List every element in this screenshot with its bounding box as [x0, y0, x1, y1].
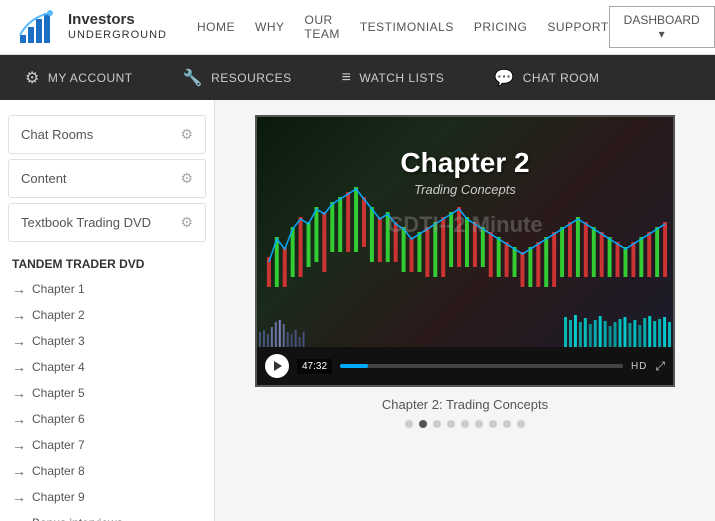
sidebar-section-chat-rooms[interactable]: Chat Rooms ⚙: [8, 115, 206, 154]
dashboard-button[interactable]: DASHBOARD ▾: [609, 6, 715, 48]
progress-bar[interactable]: [340, 364, 623, 368]
sidebar-chat-rooms-header[interactable]: Chat Rooms ⚙: [9, 116, 205, 153]
chapter-5-label: Chapter 5: [32, 386, 85, 400]
nav-support[interactable]: SUPPORT: [547, 20, 608, 34]
sidebar-content-header[interactable]: Content ⚙: [9, 160, 205, 197]
chapter-6-arrow-icon: →: [12, 411, 26, 427]
sidebar-section-textbook-dvd[interactable]: Textbook Trading DVD ⚙: [8, 203, 206, 242]
content-label: Content: [21, 171, 67, 186]
chapter-3-label: Chapter 3: [32, 334, 85, 348]
sec-nav-my-account-label: MY ACCOUNT: [48, 71, 133, 85]
pagination-dot-7[interactable]: [503, 420, 511, 428]
sec-nav-my-account[interactable]: ⚙ MY ACCOUNT: [0, 55, 158, 100]
chapter-6-item[interactable]: → Chapter 6: [0, 406, 214, 432]
video-container: Chapter 2 Trading Concepts CDTI--2 Minut…: [255, 115, 675, 387]
textbook-dvd-label: Textbook Trading DVD: [21, 215, 151, 230]
time-display: 47:32: [297, 359, 332, 374]
chapter-8-label: Chapter 8: [32, 464, 85, 478]
chapter-4-item[interactable]: → Chapter 4: [0, 354, 214, 380]
logo-investors: Investors: [68, 11, 167, 29]
list-icon: ≡: [342, 69, 352, 87]
sec-nav-chat-room[interactable]: 💬 CHAT ROOM: [469, 55, 624, 100]
video-area: Chapter 2 Trading Concepts CDTI--2 Minut…: [215, 100, 715, 521]
chapter-9-label: Chapter 9: [32, 490, 85, 504]
fullscreen-icon[interactable]: ⤢: [655, 359, 665, 374]
nav-why[interactable]: WHY: [255, 20, 285, 34]
top-navigation: Investors Underground HOME WHY OUR TEAM …: [0, 0, 715, 55]
sidebar-section-content[interactable]: Content ⚙: [8, 159, 206, 198]
chapter-3-item[interactable]: → Chapter 3: [0, 328, 214, 354]
chapter-9-item[interactable]: → Chapter 9: [0, 484, 214, 510]
tandem-trader-dvd-title: Tandem Trader DVD: [0, 247, 214, 276]
chapter-2-arrow-icon: →: [12, 307, 26, 323]
bonus-arrow-icon: →: [12, 515, 26, 521]
chapter-2-label: Chapter 2: [32, 308, 85, 322]
main-content: Chat Rooms ⚙ Content ⚙ Textbook Trading …: [0, 100, 715, 521]
pagination-dot-3[interactable]: [447, 420, 455, 428]
video-subtitle: Trading Concepts: [414, 182, 516, 197]
chapter-8-arrow-icon: →: [12, 463, 26, 479]
chapter-5-arrow-icon: →: [12, 385, 26, 401]
chapter-9-arrow-icon: →: [12, 489, 26, 505]
chapter-6-label: Chapter 6: [32, 412, 85, 426]
chapter-8-item[interactable]: → Chapter 8: [0, 458, 214, 484]
nav-testimonials[interactable]: TESTIMONIALS: [360, 20, 454, 34]
main-nav: HOME WHY OUR TEAM TESTIMONIALS PRICING S…: [197, 13, 609, 41]
chapter-1-arrow-icon: →: [12, 281, 26, 297]
nav-pricing[interactable]: PRICING: [474, 20, 528, 34]
pagination-dot-2[interactable]: [433, 420, 441, 428]
chat-icon: 💬: [494, 68, 514, 88]
chapter-4-label: Chapter 4: [32, 360, 85, 374]
sidebar: Chat Rooms ⚙ Content ⚙ Textbook Trading …: [0, 100, 215, 521]
sidebar-textbook-dvd-header[interactable]: Textbook Trading DVD ⚙: [9, 204, 205, 241]
pagination-dot-0[interactable]: [405, 420, 413, 428]
bonus-interviews-label: Bonus interviews: [32, 516, 123, 521]
chapter-5-item[interactable]: → Chapter 5: [0, 380, 214, 406]
chapter-7-arrow-icon: →: [12, 437, 26, 453]
wrench-icon: 🔧: [183, 68, 203, 88]
secondary-navigation: ⚙ MY ACCOUNT 🔧 RESOURCES ≡ WATCH LISTS 💬…: [0, 55, 715, 100]
chat-rooms-label: Chat Rooms: [21, 127, 93, 142]
sec-nav-resources-label: RESOURCES: [211, 71, 292, 85]
sec-nav-watch-lists[interactable]: ≡ WATCH LISTS: [317, 55, 470, 100]
hd-badge: HD: [631, 361, 647, 372]
chapter-2-item[interactable]: → Chapter 2: [0, 302, 214, 328]
video-caption: Chapter 2: Trading Concepts: [382, 397, 548, 412]
chapter-1-item[interactable]: → Chapter 1: [0, 276, 214, 302]
volume-bars: [257, 312, 673, 347]
chapter-1-label: Chapter 1: [32, 282, 85, 296]
progress-fill: [340, 364, 368, 368]
pagination-dot-6[interactable]: [489, 420, 497, 428]
video-screen: Chapter 2 Trading Concepts CDTI--2 Minut…: [257, 117, 673, 347]
play-button[interactable]: [265, 354, 289, 378]
sec-nav-chat-room-label: CHAT ROOM: [523, 71, 600, 85]
logo-text: Investors Underground: [68, 11, 167, 42]
nav-our-team[interactable]: OUR TEAM: [305, 13, 340, 41]
chapter-7-item[interactable]: → Chapter 7: [0, 432, 214, 458]
logo-icon: [15, 7, 60, 47]
logo-underground: Underground: [68, 29, 167, 42]
chapter-4-arrow-icon: →: [12, 359, 26, 375]
pagination-dots: [405, 420, 525, 428]
sec-nav-resources[interactable]: 🔧 RESOURCES: [158, 55, 317, 100]
logo[interactable]: Investors Underground: [15, 7, 167, 47]
sec-nav-watch-lists-label: WATCH LISTS: [359, 71, 444, 85]
pagination-dot-8[interactable]: [517, 420, 525, 428]
pagination-dot-5[interactable]: [475, 420, 483, 428]
chat-rooms-gear-icon: ⚙: [180, 126, 193, 143]
pagination-dot-1[interactable]: [419, 420, 427, 428]
video-controls: 47:32 HD ⤢: [257, 347, 673, 385]
content-gear-icon: ⚙: [180, 170, 193, 187]
chapter-3-arrow-icon: →: [12, 333, 26, 349]
nav-home[interactable]: HOME: [197, 20, 235, 34]
video-title: Chapter 2: [400, 147, 529, 179]
pagination-dot-4[interactable]: [461, 420, 469, 428]
bonus-interviews-item[interactable]: → Bonus interviews: [0, 510, 214, 521]
video-watermark: CDTI--2 Minute: [387, 212, 542, 238]
gear-icon: ⚙: [25, 68, 40, 88]
textbook-dvd-gear-icon: ⚙: [180, 214, 193, 231]
chapter-7-label: Chapter 7: [32, 438, 85, 452]
